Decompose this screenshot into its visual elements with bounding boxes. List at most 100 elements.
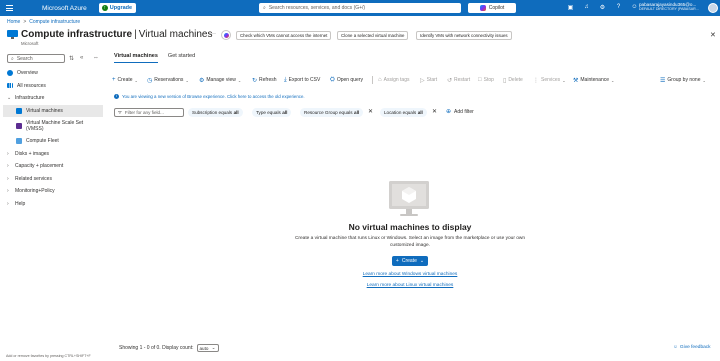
create-vm-label: Create [401, 258, 417, 264]
delete-button[interactable]: ▯ Delete [503, 77, 523, 84]
query-icon: ⛭ [330, 76, 335, 83]
chevron-down-icon: ⌄ [611, 77, 615, 83]
filter-placeholder: Filter for any field... [124, 110, 164, 115]
breadcrumb-separator: > [23, 19, 27, 25]
create-vm-button[interactable]: + Create ⌄ [392, 256, 428, 266]
sidebar-item-label: Compute Fleet [26, 138, 59, 145]
restart-button[interactable]: ↺ Restart [447, 77, 470, 84]
brand-title[interactable]: Microsoft Azure [42, 5, 87, 12]
search-icon: ⌕ [263, 5, 266, 11]
page-header: Compute infrastructure | Virtual machines [7, 29, 212, 40]
filter-pill-subscription[interactable]: Subscription equals all [188, 108, 243, 117]
display-count-select[interactable]: auto ⌄ [196, 344, 219, 352]
gear-icon: ⚙ [199, 77, 205, 84]
filter-pill-key: Location equals [384, 110, 417, 115]
quick-action-check-internet[interactable]: Check which VMs cannot access the intern… [236, 31, 332, 40]
collapse-sidebar-icon[interactable]: « [80, 55, 83, 61]
sidebar-group-capacity-placement[interactable]: › Capacity + placement [3, 160, 103, 173]
sidebar-group-help[interactable]: › Help [3, 198, 103, 211]
sidebar-item-overview[interactable]: Overview [3, 67, 103, 80]
sidebar-item-label: Disks + images [15, 150, 50, 157]
account-menu[interactable]: pabasarajayasindu365@o... DEFAULT DIRECT… [639, 2, 699, 11]
terminal-icon[interactable]: ▣ [567, 4, 574, 11]
page-title: Compute infrastructure | Virtual machines [21, 29, 212, 40]
close-icon[interactable]: ✕ [710, 31, 716, 39]
plus-icon: + [395, 258, 399, 264]
start-button[interactable]: ▷ Start [420, 77, 437, 84]
refresh-button[interactable]: ↻ Refresh [252, 77, 277, 84]
filter-icon: ⛛ [118, 110, 122, 115]
remove-filter-icon[interactable]: ✕ [368, 108, 373, 115]
filter-pill-type[interactable]: Type equals all [252, 108, 292, 117]
virtual-machine-icon [16, 107, 22, 114]
maintenance-button[interactable]: ⚒ Maintenance ⌄ [573, 77, 614, 84]
export-csv-button[interactable]: ⤓ Export to CSV [284, 77, 320, 84]
add-filter-icon: ⊕ [446, 109, 452, 115]
old-experience-link[interactable]: You are viewing a new version of Browse … [122, 94, 305, 99]
more-options-icon[interactable]: ··· [210, 31, 216, 37]
learn-windows-link[interactable]: Learn more about Windows virtual machine… [300, 272, 520, 277]
remove-filter-icon[interactable]: ✕ [432, 108, 437, 115]
quick-action-connectivity[interactable]: Identify VMs with network connectivity i… [416, 31, 512, 40]
menu-icon[interactable] [0, 0, 18, 16]
add-filter-button[interactable]: ⊕ Add filter [446, 108, 474, 116]
filter-pill-location[interactable]: Location equals all [380, 108, 427, 117]
breadcrumb-current[interactable]: Compute infrastructure [29, 19, 80, 25]
play-icon: ▷ [420, 77, 425, 84]
expand-collapse-icon[interactable]: ⇅ [69, 55, 74, 62]
sidebar-item-label: Capacity + placement [15, 163, 64, 170]
sidebar-item-label: Monitoring+Policy [15, 188, 55, 195]
assign-tags-button[interactable]: ⌂ Assign tags [378, 77, 409, 83]
quick-action-clone-vm[interactable]: Clone a selected virtual machine [337, 31, 409, 40]
give-feedback-link[interactable]: ☺ Give feedback [673, 345, 711, 350]
global-search-input[interactable]: ⌕ Search resources, services, and docs (… [259, 3, 461, 13]
copilot-button[interactable]: Copilot [468, 3, 516, 13]
sidebar-group-disks-images[interactable]: › Disks + images [3, 148, 103, 161]
feedback-icon[interactable]: ☺ [631, 4, 638, 11]
help-icon[interactable]: ? [615, 4, 622, 11]
chevron-right-icon: › [7, 200, 9, 207]
filter-pill-resource-group[interactable]: Resource Group equals all [300, 108, 364, 117]
chevron-down-icon: ⌄ [419, 258, 425, 264]
page-subtitle: Microsoft [21, 41, 39, 46]
sidebar-group-infrastructure[interactable]: ⌄ Infrastructure [3, 92, 103, 105]
breadcrumb-home[interactable]: Home [7, 19, 20, 25]
stop-button[interactable]: □ Stop [478, 77, 494, 83]
chevron-down-icon: ⌄ [702, 77, 706, 83]
create-button[interactable]: + Create ⌄ [112, 77, 138, 83]
filter-input[interactable]: ⛛ Filter for any field... [114, 108, 184, 117]
sidebar-item-compute-fleet[interactable]: Compute Fleet [3, 135, 103, 148]
open-query-button[interactable]: ⛭ Open query [330, 77, 363, 84]
sidebar-group-related-services[interactable]: › Related services [3, 173, 103, 186]
assign-tags-label: Assign tags [383, 77, 410, 83]
filter-pill-value: all [354, 110, 360, 115]
sidebar-group-monitoring-policy[interactable]: › Monitoring+Policy [3, 185, 103, 198]
learn-linux-link[interactable]: Learn more about Linux virtual machines [300, 283, 520, 288]
sidebar-item-vmss[interactable]: Virtual Machine Scale Set (VMSS) [3, 117, 103, 135]
restart-label: Restart [454, 77, 471, 83]
tab-virtual-machines[interactable]: Virtual machines [114, 53, 158, 63]
avatar[interactable] [708, 3, 718, 13]
sidebar-item-virtual-machines[interactable]: Virtual machines [3, 104, 103, 117]
services-icon: ⋮ [533, 77, 539, 84]
copilot-label: Copilot [488, 5, 505, 11]
pin-icon[interactable]: ⇔ [93, 55, 99, 61]
tab-bar: Virtual machines Get started [114, 53, 195, 63]
sidebar-item-label: All resources [17, 82, 46, 89]
tab-get-started[interactable]: Get started [168, 53, 195, 59]
settings-icon[interactable]: ⚙ [599, 4, 606, 11]
restart-icon: ↺ [447, 77, 453, 84]
sidebar-item-all-resources[interactable]: All resources [3, 80, 103, 93]
upgrade-button[interactable]: ↑ Upgrade [98, 3, 137, 13]
old-experience-banner[interactable]: i You are viewing a new version of Brows… [114, 94, 305, 99]
sidebar-search-input[interactable]: ⌕ Search [7, 54, 65, 63]
sidebar-item-label: Related services [15, 175, 52, 182]
create-label: Create [117, 77, 133, 83]
manage-view-button[interactable]: ⚙ Manage view ⌄ [199, 77, 241, 84]
copilot-suggestions-icon[interactable] [221, 30, 231, 40]
services-button[interactable]: ⋮ Services ⌄ [533, 77, 566, 84]
group-by-button[interactable]: ☰ Group by none ⌄ [660, 77, 706, 84]
bell-icon[interactable]: ♫ [583, 4, 590, 11]
reservations-button[interactable]: ◷ Reservations ⌄ [147, 77, 189, 84]
virtual-machine-icon [7, 29, 18, 40]
